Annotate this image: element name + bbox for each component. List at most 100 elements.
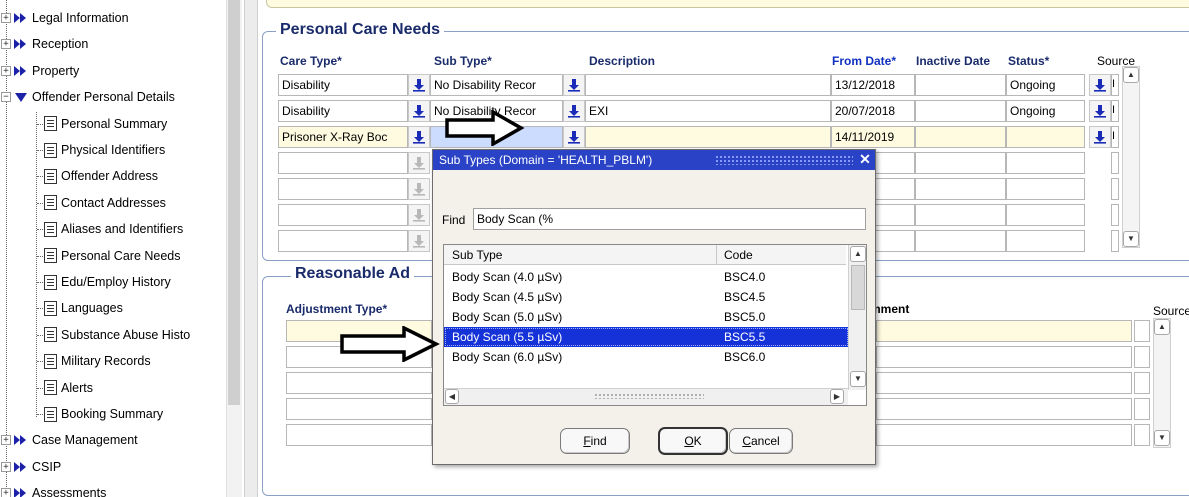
list-scroll-down-button[interactable]: ▼ [850, 371, 866, 387]
cell-status[interactable] [1006, 204, 1085, 226]
adj-source-cell[interactable] [1134, 398, 1150, 420]
list-of-values-button[interactable] [563, 126, 585, 148]
tree-item-personal-summary[interactable]: Personal Summary [44, 114, 167, 134]
cell-source[interactable] [1111, 178, 1119, 200]
list-horizontal-scrollbar[interactable]: ◀ ▶ [444, 388, 848, 405]
adj-type-cell[interactable] [286, 424, 432, 446]
cell-description[interactable] [585, 126, 831, 148]
adj-source-cell[interactable] [1134, 320, 1150, 342]
list-of-values-button[interactable] [408, 204, 430, 226]
list-item[interactable]: Body Scan (4.0 µSv) BSC4.0 [444, 267, 849, 287]
cell-status[interactable] [1006, 230, 1085, 252]
cell-inactive-date[interactable] [915, 74, 1006, 96]
list-of-values-button[interactable] [408, 178, 430, 200]
tree-item-csip[interactable]: + CSIP [1, 457, 61, 477]
tree-item-aliases-and-identifiers[interactable]: Aliases and Identifiers [44, 219, 183, 239]
list-of-values-button[interactable] [1089, 126, 1111, 148]
list-vertical-scrollbar[interactable]: ▲ ▼ [848, 245, 866, 390]
list-of-values-button[interactable] [563, 74, 585, 96]
cell-source[interactable] [1111, 152, 1119, 174]
list-of-values-button[interactable] [1089, 74, 1111, 96]
find-button[interactable]: Find [560, 428, 630, 454]
cell-description[interactable]: EXI [585, 100, 831, 122]
cell-care-type[interactable]: Disability [278, 100, 408, 122]
cell-care-type[interactable] [278, 204, 408, 226]
cell-description[interactable] [585, 74, 831, 96]
tree-scrollbar-thumb[interactable] [228, 0, 240, 405]
cell-status[interactable] [1006, 178, 1085, 200]
adj-scroll-up-button[interactable]: ▲ [1154, 319, 1170, 335]
adj-comment-cell[interactable] [876, 372, 1132, 394]
list-of-values-button[interactable] [408, 230, 430, 252]
find-input[interactable] [473, 208, 866, 230]
cell-source[interactable]: I [1111, 74, 1119, 96]
scroll-up-button[interactable]: ▲ [1123, 67, 1139, 83]
adj-scroll-down-button[interactable]: ▼ [1154, 430, 1170, 446]
list-of-values-button[interactable] [408, 74, 430, 96]
list-header-sub-type[interactable]: Sub Type [452, 248, 502, 262]
tree-item-languages[interactable]: Languages [44, 298, 123, 318]
tree-item-contact-addresses[interactable]: Contact Addresses [44, 193, 166, 213]
cell-care-type[interactable] [278, 178, 408, 200]
tree-item-substance-abuse-histo[interactable]: Substance Abuse Histo [44, 325, 190, 345]
list-item[interactable]: Body Scan (5.5 µSv) BSC5.5 [444, 327, 849, 347]
cell-from-date[interactable]: 14/11/2019 [831, 126, 915, 148]
cell-inactive-date[interactable] [915, 126, 1006, 148]
list-scroll-right-button[interactable]: ▶ [830, 389, 844, 404]
adj-source-cell[interactable] [1134, 372, 1150, 394]
scroll-down-button[interactable]: ▼ [1123, 231, 1139, 247]
cell-status[interactable]: Ongoing [1006, 100, 1085, 122]
cell-source[interactable] [1111, 204, 1119, 226]
cell-inactive-date[interactable] [915, 152, 1006, 174]
tree-item-property[interactable]: + Property [1, 61, 79, 81]
tree-item-offender-personal-details[interactable]: − Offender Personal Details [1, 87, 175, 107]
cell-inactive-date[interactable] [915, 100, 1006, 122]
list-of-values-button[interactable] [408, 100, 430, 122]
cell-status[interactable]: Ongoing [1006, 74, 1085, 96]
cell-inactive-date[interactable] [915, 230, 1006, 252]
list-item[interactable]: Body Scan (4.5 µSv) BSC4.5 [444, 287, 849, 307]
cell-from-date[interactable]: 13/12/2018 [831, 74, 915, 96]
cell-care-type[interactable] [278, 152, 408, 174]
cell-inactive-date[interactable] [915, 204, 1006, 226]
cell-source[interactable]: I [1111, 100, 1119, 122]
adj-comment-cell[interactable] [876, 398, 1132, 420]
list-hscroll-thumb[interactable] [594, 393, 704, 399]
pane-divider[interactable] [244, 0, 258, 497]
cell-source[interactable] [1111, 230, 1119, 252]
list-of-values-button[interactable] [408, 126, 430, 148]
cell-from-date[interactable]: 20/07/2018 [831, 100, 915, 122]
adj-comment-cell[interactable] [876, 346, 1132, 368]
close-icon[interactable]: ✕ [857, 151, 873, 168]
list-header-code[interactable]: Code [724, 248, 753, 262]
adjustments-scrollbar[interactable] [1153, 318, 1171, 448]
collapse-icon[interactable]: − [1, 92, 11, 103]
cell-sub-type[interactable]: No Disability Recor [430, 74, 563, 96]
expand-icon[interactable]: + [1, 65, 11, 76]
cancel-button[interactable]: Cancel [729, 428, 793, 454]
tree-item-legal-information[interactable]: + Legal Information [1, 8, 129, 28]
cell-status[interactable] [1006, 126, 1085, 148]
tree-item-military-records[interactable]: Military Records [44, 351, 151, 371]
tree-item-alerts[interactable]: Alerts [44, 378, 93, 398]
cell-status[interactable] [1006, 152, 1085, 174]
ok-button[interactable]: OK [658, 427, 728, 455]
cell-inactive-date[interactable] [915, 178, 1006, 200]
list-item[interactable]: Body Scan (6.0 µSv) BSC6.0 [444, 347, 849, 367]
list-scroll-up-button[interactable]: ▲ [850, 246, 866, 262]
care-grid-scrollbar[interactable] [1122, 66, 1140, 248]
list-of-values-button[interactable] [1089, 100, 1111, 122]
adj-source-cell[interactable] [1134, 424, 1150, 446]
adj-comment-cell[interactable] [876, 320, 1132, 342]
cell-source[interactable]: I [1111, 126, 1119, 148]
list-item[interactable]: Body Scan (5.0 µSv) BSC5.0 [444, 307, 849, 327]
cell-care-type[interactable]: Disability [278, 74, 408, 96]
adj-source-cell[interactable] [1134, 346, 1150, 368]
tree-item-edu-employ-history[interactable]: Edu/Employ History [44, 272, 171, 292]
tree-item-personal-care-needs[interactable]: Personal Care Needs [44, 246, 181, 266]
expand-icon[interactable]: + [1, 39, 11, 50]
adj-comment-cell[interactable] [876, 424, 1132, 446]
expand-icon[interactable]: + [1, 13, 11, 23]
tree-item-reception[interactable]: + Reception [1, 34, 88, 54]
list-scroll-thumb[interactable] [851, 265, 865, 310]
